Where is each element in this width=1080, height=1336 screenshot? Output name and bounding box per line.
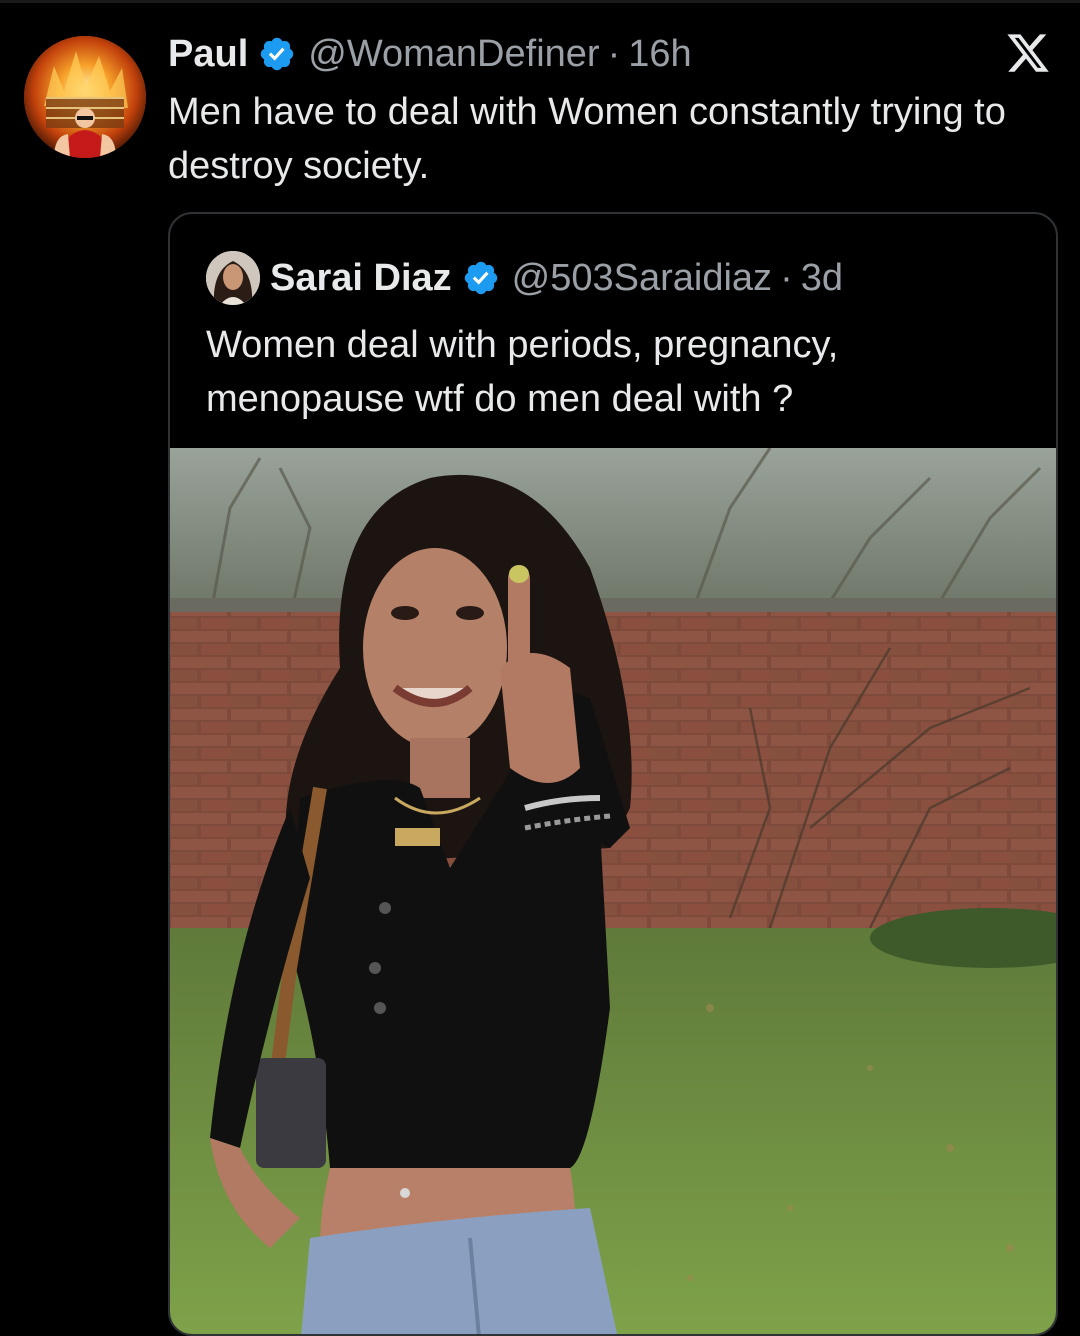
quoted-tweet-card[interactable]: Sarai Diaz @503Saraidiaz · 3d Women deal… [168,212,1058,1336]
photo-woman-in-garden [170,448,1056,1334]
tweet-time[interactable]: 16h [628,33,691,76]
quoted-author-name[interactable]: Sarai Diaz [270,257,452,300]
separator-dot: · [780,256,793,299]
verified-badge-icon [261,37,294,71]
x-logo-icon[interactable] [1005,30,1051,76]
quoted-tweet-time[interactable]: 3d [801,257,843,300]
author-avatar[interactable] [24,36,146,158]
quoted-avatar-image [206,251,260,305]
quoted-author-avatar[interactable] [206,251,260,305]
top-divider [0,0,1080,3]
separator-dot: · [607,32,621,75]
avatar-image [24,36,146,158]
author-handle[interactable]: @WomanDefiner [308,33,599,76]
author-name[interactable]: Paul [168,33,248,76]
quoted-tweet-text: Women deal with periods, pregnancy, meno… [206,324,839,420]
quoted-tweet-photo[interactable] [170,448,1056,1334]
quoted-tweet-header: Sarai Diaz @503Saraidiaz · 3d [206,250,843,306]
tweet-text: Men have to deal with Women constantly t… [168,91,1006,187]
verified-badge-icon [464,261,497,295]
tweet-header: Paul @WomanDefiner · 16h [168,30,692,78]
quoted-author-handle[interactable]: @503Saraidiaz [512,257,772,300]
